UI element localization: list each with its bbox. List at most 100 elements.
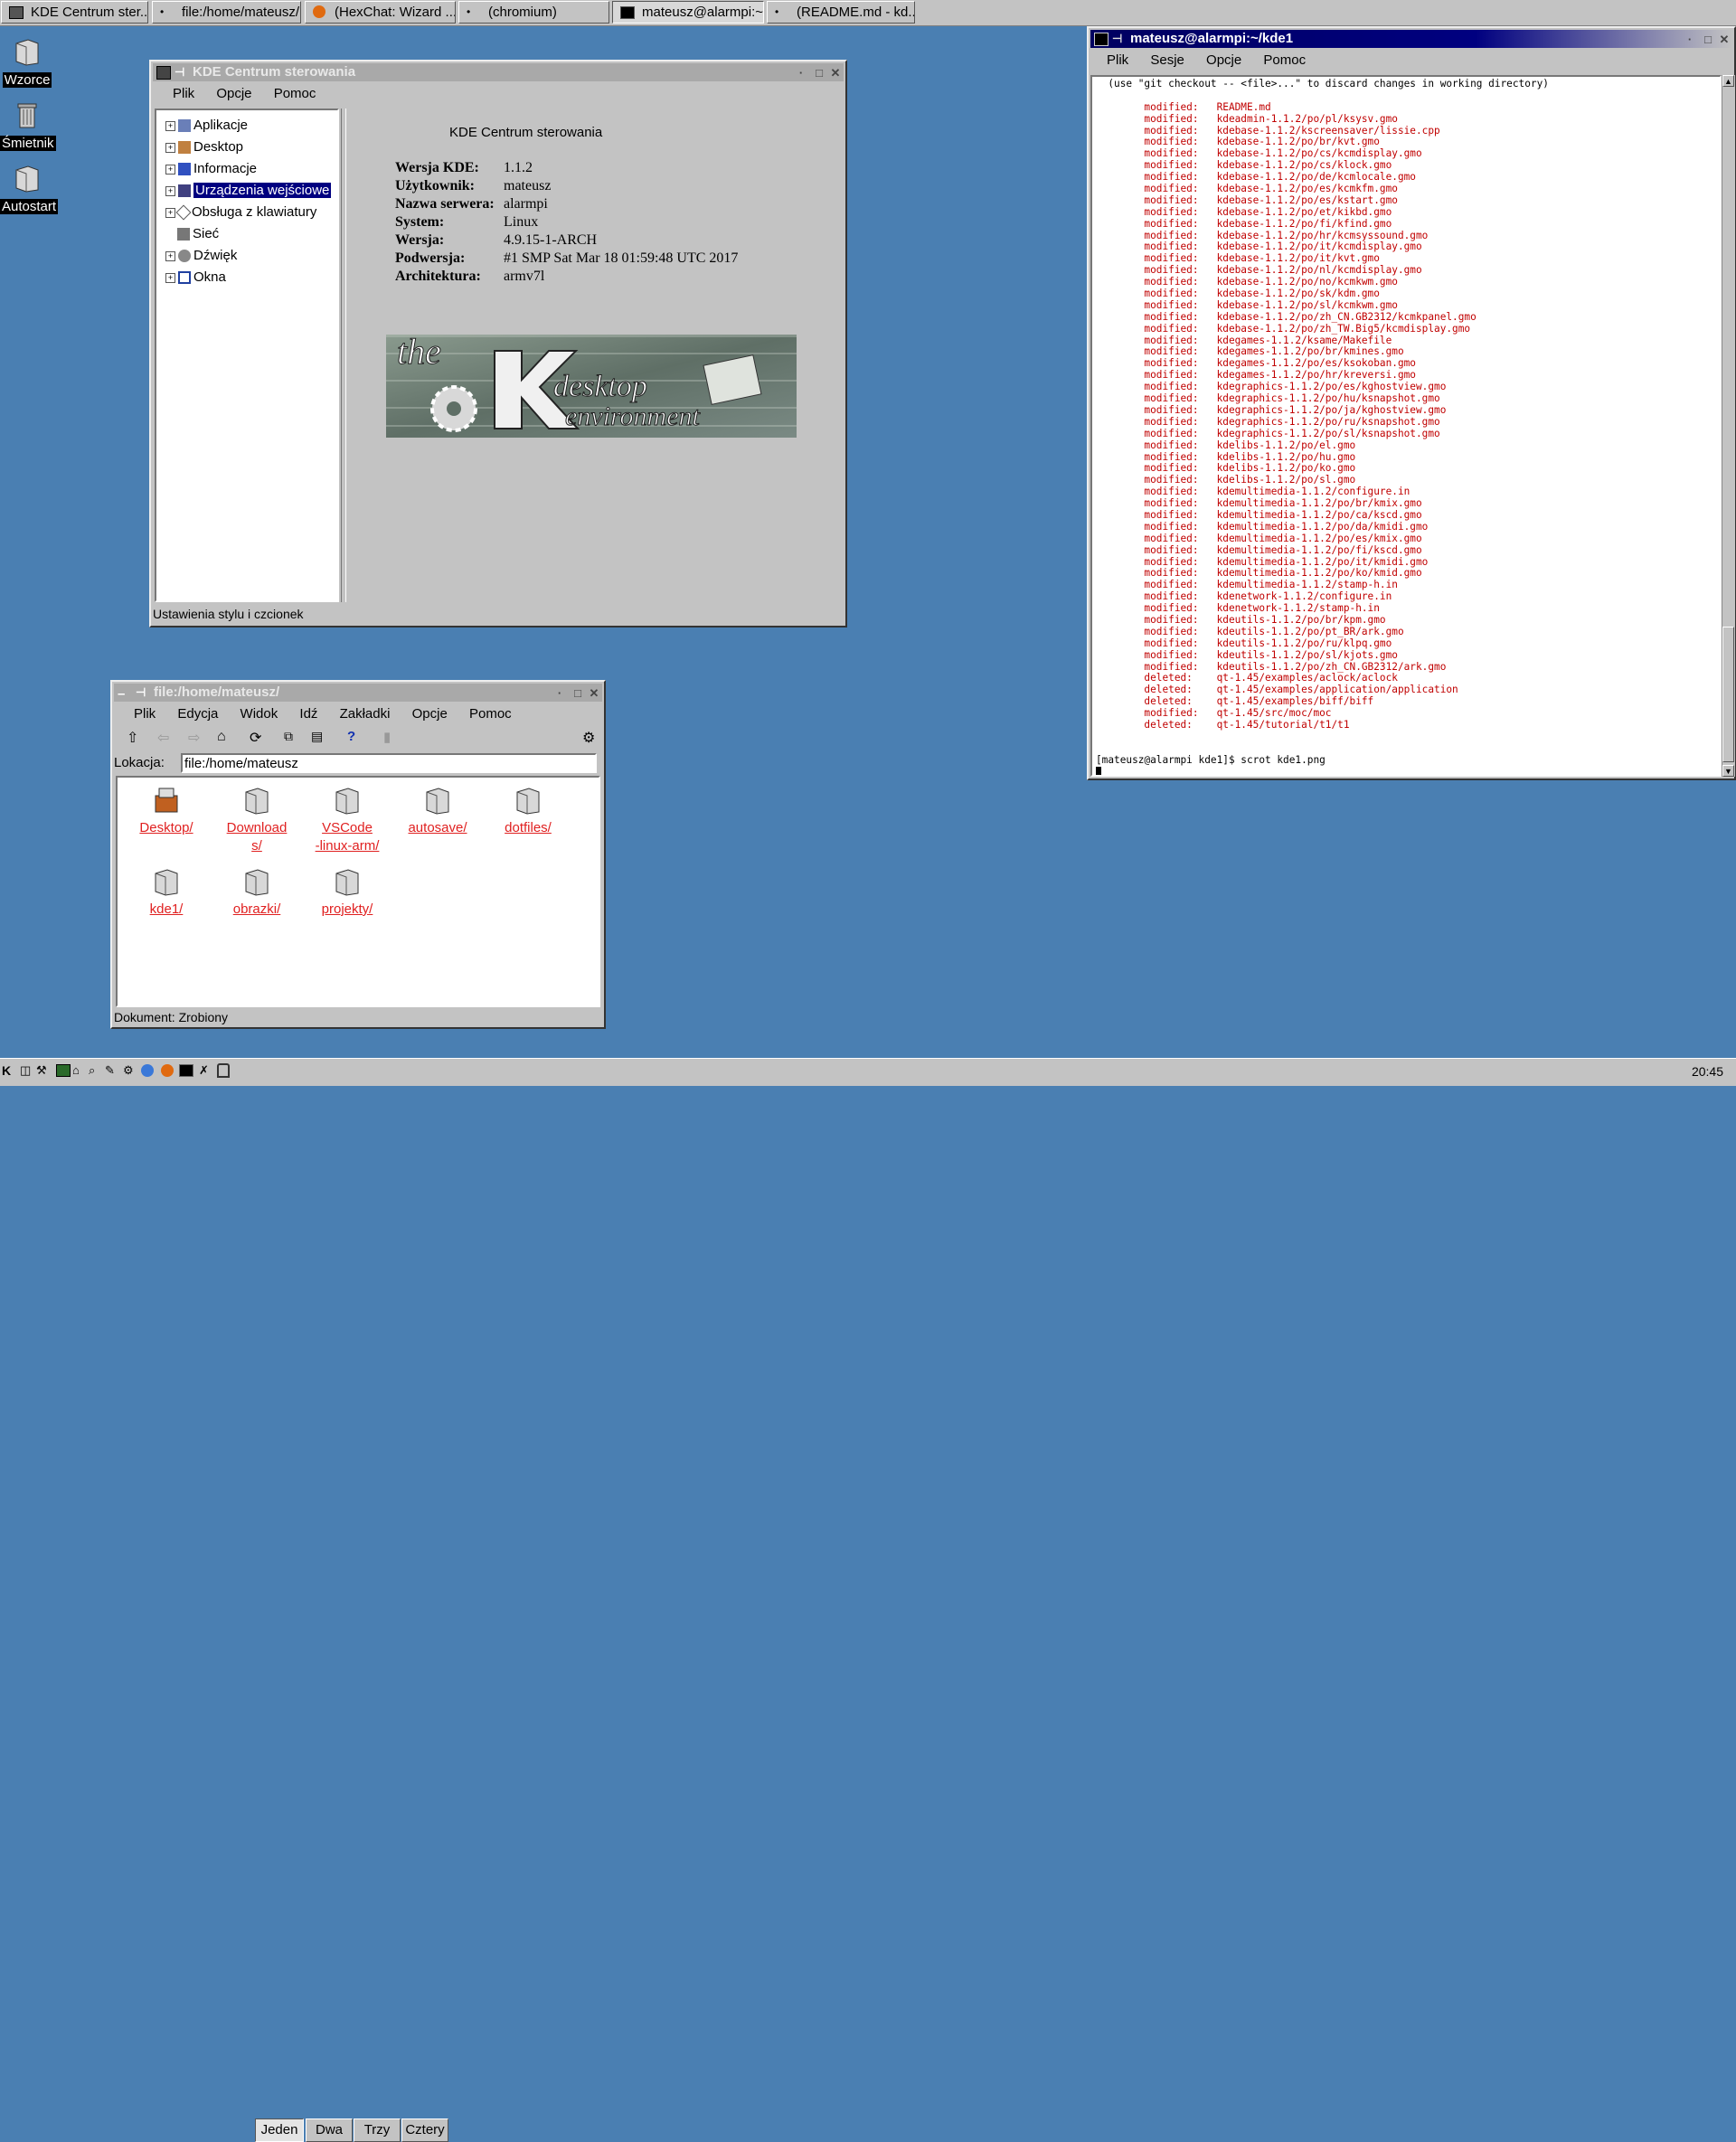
close-button[interactable]: ✕ xyxy=(1718,33,1731,46)
filemanager-titlebar[interactable]: – ⊣ file:/home/mateusz/ · □ ✕ xyxy=(114,684,602,702)
tree-item-klawiatura[interactable]: + Obsługa z klawiatury xyxy=(165,203,316,222)
tree-item-informacje[interactable]: + Informacje xyxy=(165,159,257,179)
terminal-titlebar[interactable]: ⊣ mateusz@alarmpi:~/kde1 · □ ✕ xyxy=(1090,30,1732,48)
tree-item-okna[interactable]: + Okna xyxy=(165,268,226,288)
expand-icon[interactable]: + xyxy=(165,272,175,283)
folder-item[interactable]: dotfiles/ xyxy=(483,785,573,837)
folder-label[interactable]: Desktop/ xyxy=(121,819,212,837)
config-icon[interactable]: ⚙ xyxy=(123,1063,134,1078)
folder-label[interactable]: Download s/ xyxy=(212,819,302,855)
copy-icon[interactable]: ⧉ xyxy=(284,729,304,749)
lock-icon[interactable] xyxy=(217,1063,230,1078)
task-chromium[interactable]: • (chromium) xyxy=(458,1,609,24)
minimize-button[interactable]: · xyxy=(1684,33,1696,46)
window-menu-icon[interactable]: – xyxy=(118,685,125,703)
chromium-icon[interactable] xyxy=(141,1064,154,1077)
menu-opcje[interactable]: Opcje xyxy=(216,83,251,105)
task-readme[interactable]: • (README.md - kd... xyxy=(767,1,915,24)
minimize-button[interactable]: · xyxy=(553,687,566,700)
expand-icon[interactable]: + xyxy=(165,142,175,153)
folder-item[interactable]: Desktop/ xyxy=(121,785,212,837)
tree-item-dzwiek[interactable]: + Dźwięk xyxy=(165,246,237,266)
expand-icon[interactable]: + xyxy=(165,185,175,196)
menu-plik[interactable]: Plik xyxy=(1107,50,1128,71)
task-filemanager[interactable]: • file:/home/mateusz/ xyxy=(152,1,301,24)
edit-icon[interactable]: ✎ xyxy=(105,1063,115,1078)
window-menu-icon[interactable] xyxy=(156,66,171,80)
desktop-icon-trash[interactable]: Śmietnik xyxy=(0,99,56,151)
expand-icon[interactable]: + xyxy=(165,207,175,218)
up-icon[interactable]: ⇧ xyxy=(127,729,146,749)
desktop-button-dwa[interactable]: Dwa xyxy=(306,2118,353,2142)
desktop-button-jeden[interactable]: Jeden xyxy=(255,2118,304,2142)
kcontrol-titlebar[interactable]: ⊣ KDE Centrum sterowania · □ ✕ xyxy=(153,63,844,81)
folder-item[interactable]: autosave/ xyxy=(392,785,483,837)
menu-opcje[interactable]: Opcje xyxy=(412,703,448,725)
maximize-button[interactable]: □ xyxy=(813,67,826,80)
folder-item[interactable]: Download s/ xyxy=(212,785,302,855)
scroll-down-icon[interactable]: ▼ xyxy=(1722,765,1734,777)
pin-icon[interactable]: ⊣ xyxy=(1112,30,1122,48)
window-list-icon[interactable]: ◫ xyxy=(20,1063,31,1078)
folder-item[interactable]: obrazki/ xyxy=(212,866,302,919)
scrollbar-thumb[interactable] xyxy=(1722,627,1734,762)
tree-item-desktop[interactable]: + Desktop xyxy=(165,137,243,157)
desktop-button-trzy[interactable]: Trzy xyxy=(354,2118,401,2142)
splitter-handle[interactable] xyxy=(341,109,346,602)
expand-icon[interactable]: + xyxy=(165,120,175,131)
forward-icon[interactable]: ⇨ xyxy=(188,729,208,749)
task-hexchat[interactable]: (HexChat: Wizard ... xyxy=(305,1,456,24)
menu-pomoc[interactable]: Pomoc xyxy=(469,703,512,725)
home-icon[interactable]: ⌂ xyxy=(217,729,237,749)
menu-idz[interactable]: Idź xyxy=(299,703,317,725)
tools-icon[interactable]: ⚒ xyxy=(36,1063,47,1078)
home-icon[interactable]: ⌂ xyxy=(72,1063,80,1077)
desktop-button-cztery[interactable]: Cztery xyxy=(401,2118,448,2142)
paste-icon[interactable]: ▤ xyxy=(311,729,331,749)
folder-label[interactable]: obrazki/ xyxy=(212,901,302,919)
menu-pomoc[interactable]: Pomoc xyxy=(274,83,316,105)
help-icon[interactable]: ? xyxy=(347,729,367,749)
hexchat-icon[interactable] xyxy=(161,1064,174,1077)
kde-menu-icon[interactable]: K xyxy=(2,1063,11,1078)
close-button[interactable]: ✕ xyxy=(829,67,842,80)
back-icon[interactable]: ⇦ xyxy=(157,729,177,749)
minimize-button[interactable]: · xyxy=(795,67,807,80)
menu-edycja[interactable]: Edycja xyxy=(177,703,218,725)
desktop-icon-wzorce[interactable]: Wzorce xyxy=(0,36,54,88)
tree-item-siec[interactable]: Sieć xyxy=(177,224,219,244)
terminal-scrollbar[interactable]: ▲ ▼ xyxy=(1722,75,1735,777)
find-icon[interactable]: ⌕ xyxy=(89,1063,95,1078)
menu-plik[interactable]: Plik xyxy=(134,703,156,725)
window-menu-icon[interactable] xyxy=(1094,33,1109,46)
folder-label[interactable]: VSCode -linux-arm/ xyxy=(302,819,392,855)
menu-pomoc[interactable]: Pomoc xyxy=(1263,50,1306,71)
gear-icon[interactable]: ⚙ xyxy=(582,729,602,749)
expand-icon[interactable]: + xyxy=(165,250,175,261)
menu-plik[interactable]: Plik xyxy=(173,83,194,105)
close-button[interactable]: ✕ xyxy=(588,687,600,700)
task-kcontrol[interactable]: KDE Centrum ster... xyxy=(1,1,148,24)
folder-label[interactable]: kde1/ xyxy=(121,901,212,919)
folder-label[interactable]: autosave/ xyxy=(392,819,483,837)
terminal-output[interactable]: (use "git checkout -- <file>..." to disc… xyxy=(1090,75,1722,777)
folder-label[interactable]: dotfiles/ xyxy=(483,819,573,837)
task-terminal[interactable]: mateusz@alarmpi:~/... xyxy=(612,1,764,24)
folder-item[interactable]: projekty/ xyxy=(302,866,392,919)
desktop-icon-autostart[interactable]: Autostart xyxy=(0,163,59,214)
menu-sesje[interactable]: Sesje xyxy=(1150,50,1184,71)
folder-item[interactable]: kde1/ xyxy=(121,866,212,919)
folder-label[interactable]: projekty/ xyxy=(302,901,392,919)
monitor-icon[interactable] xyxy=(56,1064,71,1077)
stop-icon[interactable]: ▮ xyxy=(383,729,403,749)
tree-item-urzadzenia[interactable]: + Urządzenia wejściowe xyxy=(165,181,332,201)
maximize-button[interactable]: □ xyxy=(571,687,584,700)
tree-item-aplikacje[interactable]: + Aplikacje xyxy=(165,116,248,136)
folder-item[interactable]: VSCode -linux-arm/ xyxy=(302,785,392,855)
menu-opcje[interactable]: Opcje xyxy=(1206,50,1241,71)
location-input[interactable] xyxy=(181,753,597,773)
reload-icon[interactable]: ⟳ xyxy=(250,729,269,749)
menu-zakladki[interactable]: Zakładki xyxy=(340,703,391,725)
menu-widok[interactable]: Widok xyxy=(241,703,278,725)
pin-icon[interactable]: ⊣ xyxy=(136,684,146,702)
